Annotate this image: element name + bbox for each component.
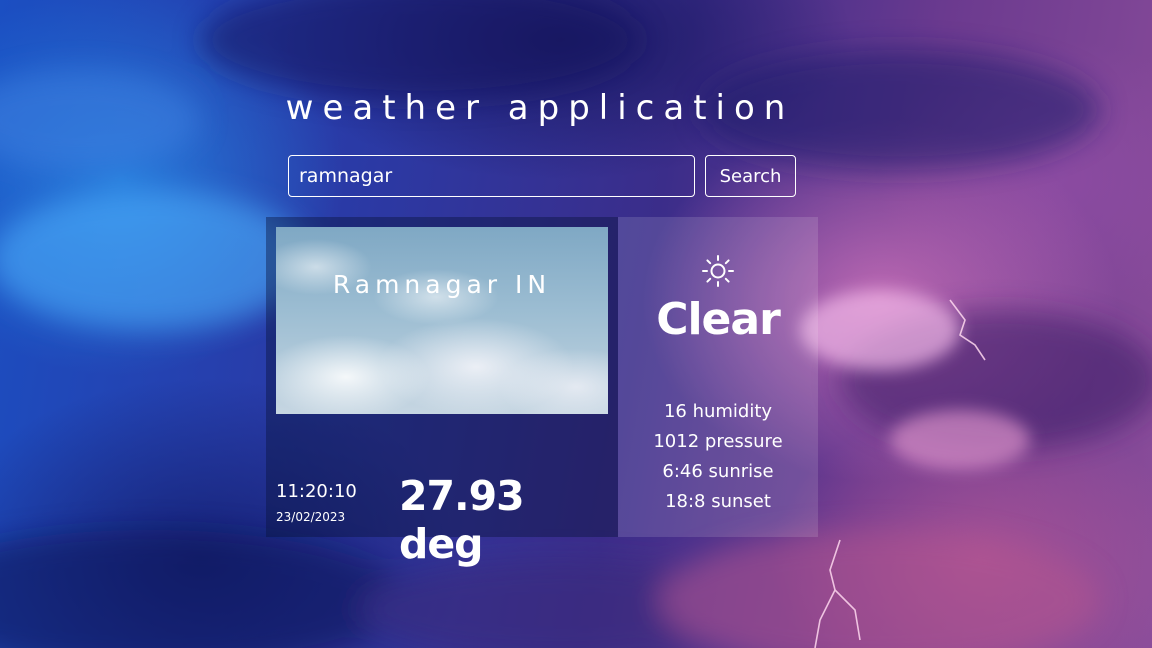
search-input[interactable]: [288, 155, 695, 197]
app-title: weather application: [285, 88, 795, 128]
weather-card-left: Ramnagar IN 11:20:10 23/02/2023 27.93 de…: [266, 217, 618, 568]
lightning-bolt: [814, 299, 986, 648]
search-button[interactable]: Search: [705, 155, 796, 197]
pressure-stat: 1012 pressure: [653, 431, 783, 452]
weather-card: Ramnagar IN 11:20:10 23/02/2023 27.93 de…: [266, 217, 818, 568]
city-name: Ramnagar IN: [332, 270, 552, 299]
weather-card-right: Clear 16 humidity 1012 pressure 6:46 sun…: [618, 217, 818, 537]
current-time: 11:20:10: [276, 481, 357, 502]
city-sky-image: Ramnagar IN: [276, 227, 608, 414]
sun-icon: [702, 255, 734, 287]
weather-condition: Clear: [656, 294, 781, 345]
temperature: 27.93 deg: [399, 472, 525, 568]
humidity-stat: 16 humidity: [663, 401, 773, 422]
weather-stats: 16 humidity 1012 pressure 6:46 sunrise 1…: [618, 397, 818, 517]
sunrise-stat: 6:46 sunrise: [662, 461, 774, 482]
current-date: 23/02/2023: [276, 510, 346, 524]
sunset-stat: 18:8 sunset: [665, 491, 771, 512]
